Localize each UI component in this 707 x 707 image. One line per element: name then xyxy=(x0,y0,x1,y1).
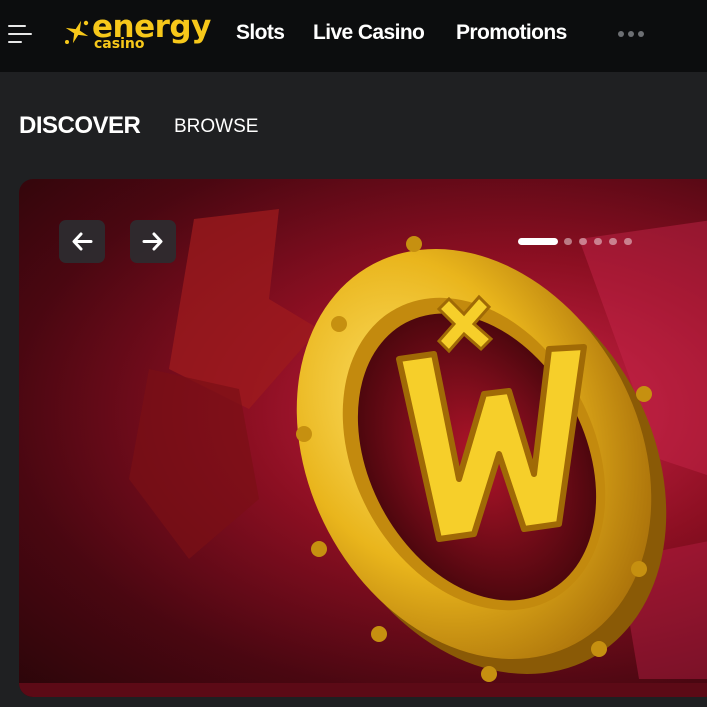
logo-spark-icon xyxy=(65,20,89,44)
banner-bottom-strip xyxy=(19,683,707,697)
carousel-dot[interactable] xyxy=(564,238,572,245)
carousel-next-button[interactable] xyxy=(130,220,176,263)
carousel-dot[interactable] xyxy=(609,238,617,245)
hamburger-menu-icon[interactable] xyxy=(8,22,34,46)
nav-link-slots[interactable]: Slots xyxy=(236,21,285,45)
nav-link-live-casino[interactable]: Live Casino xyxy=(313,21,425,45)
nav-link-promotions[interactable]: Promotions xyxy=(456,21,567,45)
promo-banner-carousel[interactable] xyxy=(19,179,707,697)
carousel-dot[interactable] xyxy=(594,238,602,245)
carousel-dot[interactable] xyxy=(518,238,558,245)
more-dots-icon[interactable] xyxy=(618,31,644,37)
logo-subtitle: casino xyxy=(94,36,145,52)
arrow-left-icon xyxy=(72,232,93,251)
energy-casino-logo[interactable]: energy casino xyxy=(60,9,212,55)
tab-discover[interactable]: DISCOVER xyxy=(19,112,141,140)
carousel-prev-button[interactable] xyxy=(59,220,105,263)
arrow-right-icon xyxy=(142,232,163,251)
wild-coin-artwork xyxy=(129,209,707,682)
carousel-dot[interactable] xyxy=(624,238,632,245)
carousel-dot[interactable] xyxy=(579,238,587,245)
top-navigation-bar: energy casino Slots Live Casino Promotio… xyxy=(0,0,707,72)
tab-browse[interactable]: BROWSE xyxy=(174,116,258,138)
